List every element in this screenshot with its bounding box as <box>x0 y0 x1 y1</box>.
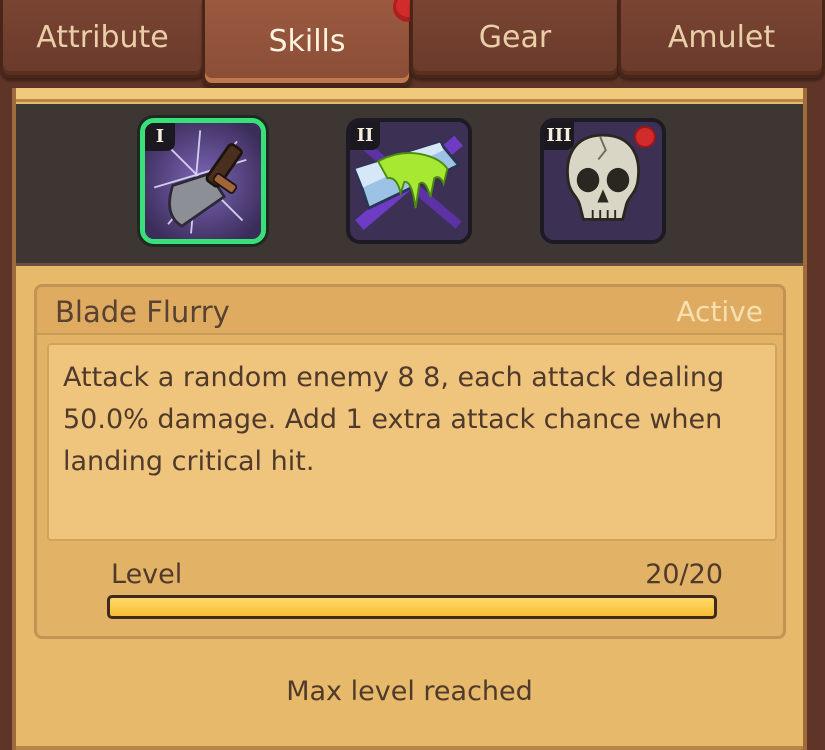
skill-slot-3[interactable]: III <box>540 118 666 244</box>
tab-bar: Attribute Skills Gear Amulet <box>0 0 825 90</box>
max-level-status: Max level reached <box>286 676 533 707</box>
tab-label: Attribute <box>36 20 169 55</box>
skill-numeral: I <box>145 123 175 151</box>
level-value: 20/20 <box>645 559 723 590</box>
tab-amulet[interactable]: Amulet <box>618 0 825 78</box>
tab-label: Skills <box>268 24 346 59</box>
panel-divider <box>16 746 803 750</box>
skill-slot-2[interactable]: II <box>346 118 472 244</box>
tab-gear[interactable]: Gear <box>410 0 620 78</box>
skill-slot-1[interactable]: I <box>140 118 266 244</box>
level-label: Level <box>111 559 183 590</box>
tab-label: Gear <box>478 20 552 55</box>
skills-panel: I II III Blade Flurry Active Attack a ra… <box>12 88 807 750</box>
panel-trim <box>16 88 803 102</box>
skill-selector: I II III <box>16 104 803 266</box>
skill-detail-card: Blade Flurry Active Attack a random enem… <box>34 284 786 639</box>
tab-skills[interactable]: Skills <box>202 0 423 86</box>
level-progress-bar <box>107 595 717 619</box>
skill-numeral: II <box>350 122 380 150</box>
skill-description: Attack a random enemy 8 8, each attack d… <box>47 343 777 541</box>
notification-badge <box>634 126 656 148</box>
skill-numeral: III <box>544 122 574 150</box>
level-progress-fill <box>110 598 714 616</box>
skill-name: Blade Flurry <box>55 295 230 329</box>
skill-type-label: Active <box>676 295 763 328</box>
tab-attribute[interactable]: Attribute <box>0 0 205 78</box>
skill-detail-header: Blade Flurry Active <box>37 287 783 335</box>
tab-label: Amulet <box>667 20 776 55</box>
